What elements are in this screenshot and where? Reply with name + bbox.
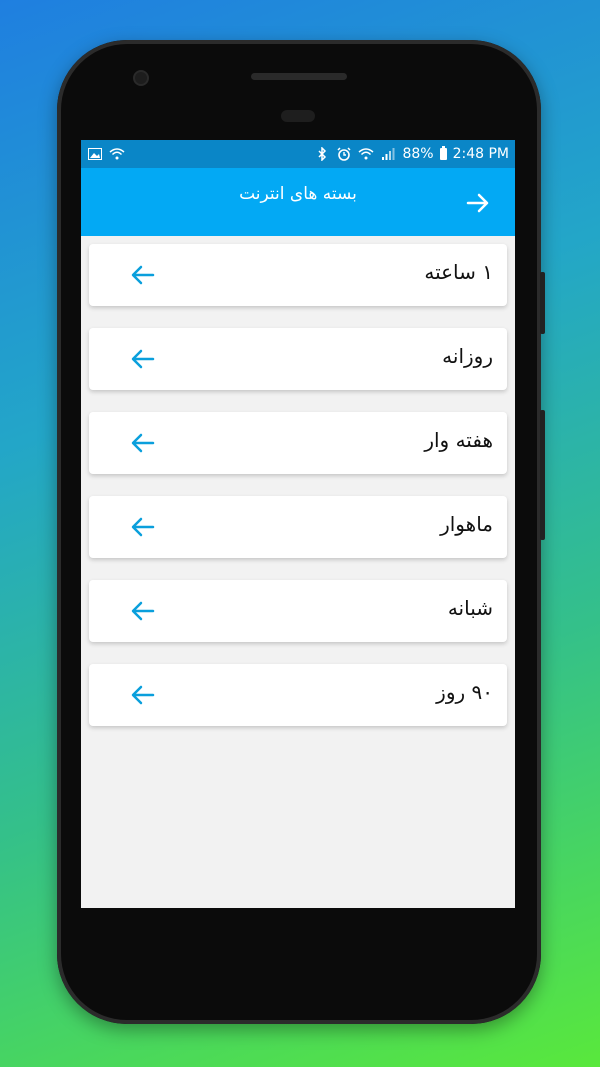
arrow-right-icon xyxy=(466,193,489,213)
arrow-left-icon xyxy=(131,601,155,621)
list-item-label: ۱ ساعته xyxy=(424,260,493,284)
list-item-label: ۹۰ روز xyxy=(436,680,493,704)
battery-percent: 88% xyxy=(402,146,434,162)
list-item[interactable]: روزانه xyxy=(89,328,507,390)
package-list: ۱ ساعته روزانه هفته وار ماهوار شبانه ۹۰ … xyxy=(89,244,507,748)
arrow-left-icon xyxy=(131,265,155,285)
arrow-left-icon xyxy=(131,517,155,537)
power-button xyxy=(540,410,545,540)
arrow-left-icon xyxy=(131,349,155,369)
list-item-label: روزانه xyxy=(442,344,493,368)
page-title: بسته های انترنت xyxy=(239,184,357,204)
status-bar: 88% 2:48 PM xyxy=(81,140,515,168)
battery-icon xyxy=(439,146,447,160)
wifi-icon xyxy=(109,147,125,161)
app-screen: 88% 2:48 PM بسته های انترنت ۱ ساعته روزا… xyxy=(81,140,515,908)
volume-button xyxy=(540,272,545,334)
list-item-label: هفته وار xyxy=(424,428,493,452)
list-item-label: شبانه xyxy=(447,596,493,620)
alarm-icon xyxy=(336,147,352,161)
list-item-label: ماهوار xyxy=(440,512,493,536)
app-bar: بسته های انترنت xyxy=(81,168,515,236)
list-item[interactable]: ۹۰ روز xyxy=(89,664,507,726)
proximity-sensor xyxy=(281,110,315,122)
list-item[interactable]: شبانه xyxy=(89,580,507,642)
list-item[interactable]: ۱ ساعته xyxy=(89,244,507,306)
wifi-icon xyxy=(358,147,374,161)
back-button[interactable] xyxy=(463,188,493,218)
list-item[interactable]: هفته وار xyxy=(89,412,507,474)
arrow-left-icon xyxy=(131,433,155,453)
status-time: 2:48 PM xyxy=(452,146,509,162)
list-item[interactable]: ماهوار xyxy=(89,496,507,558)
bluetooth-icon xyxy=(314,147,330,161)
front-camera xyxy=(133,70,149,86)
image-icon xyxy=(87,147,103,161)
arrow-left-icon xyxy=(131,685,155,705)
earpiece-speaker xyxy=(251,73,347,80)
signal-icon xyxy=(380,147,396,161)
